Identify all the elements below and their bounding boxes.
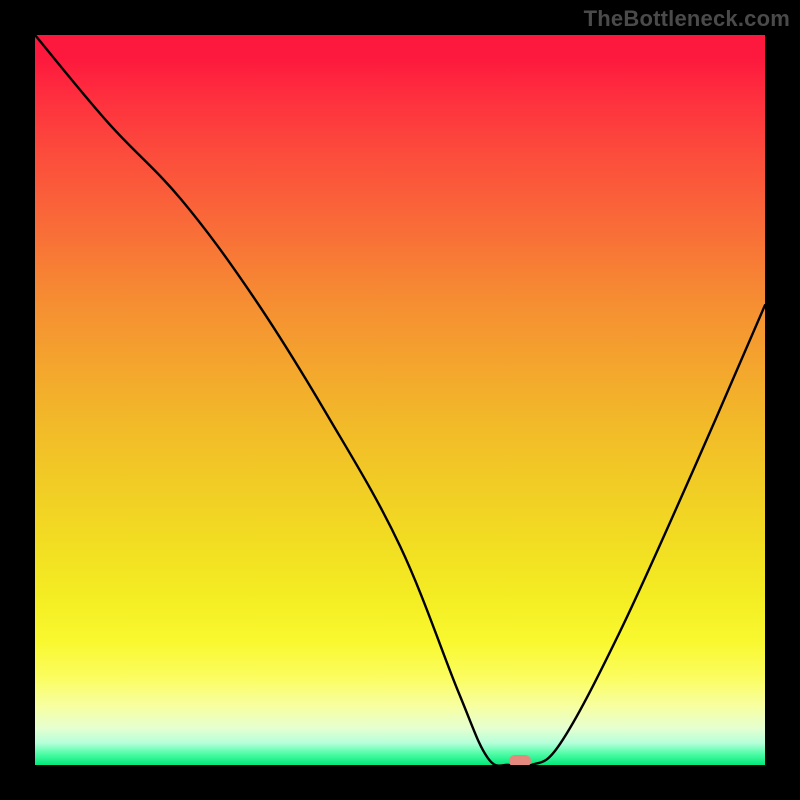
bottleneck-curve xyxy=(35,35,765,765)
watermark-text: TheBottleneck.com xyxy=(584,6,790,32)
plot-area xyxy=(35,35,765,765)
chart-container: TheBottleneck.com xyxy=(0,0,800,800)
optimal-marker-icon xyxy=(509,755,531,765)
